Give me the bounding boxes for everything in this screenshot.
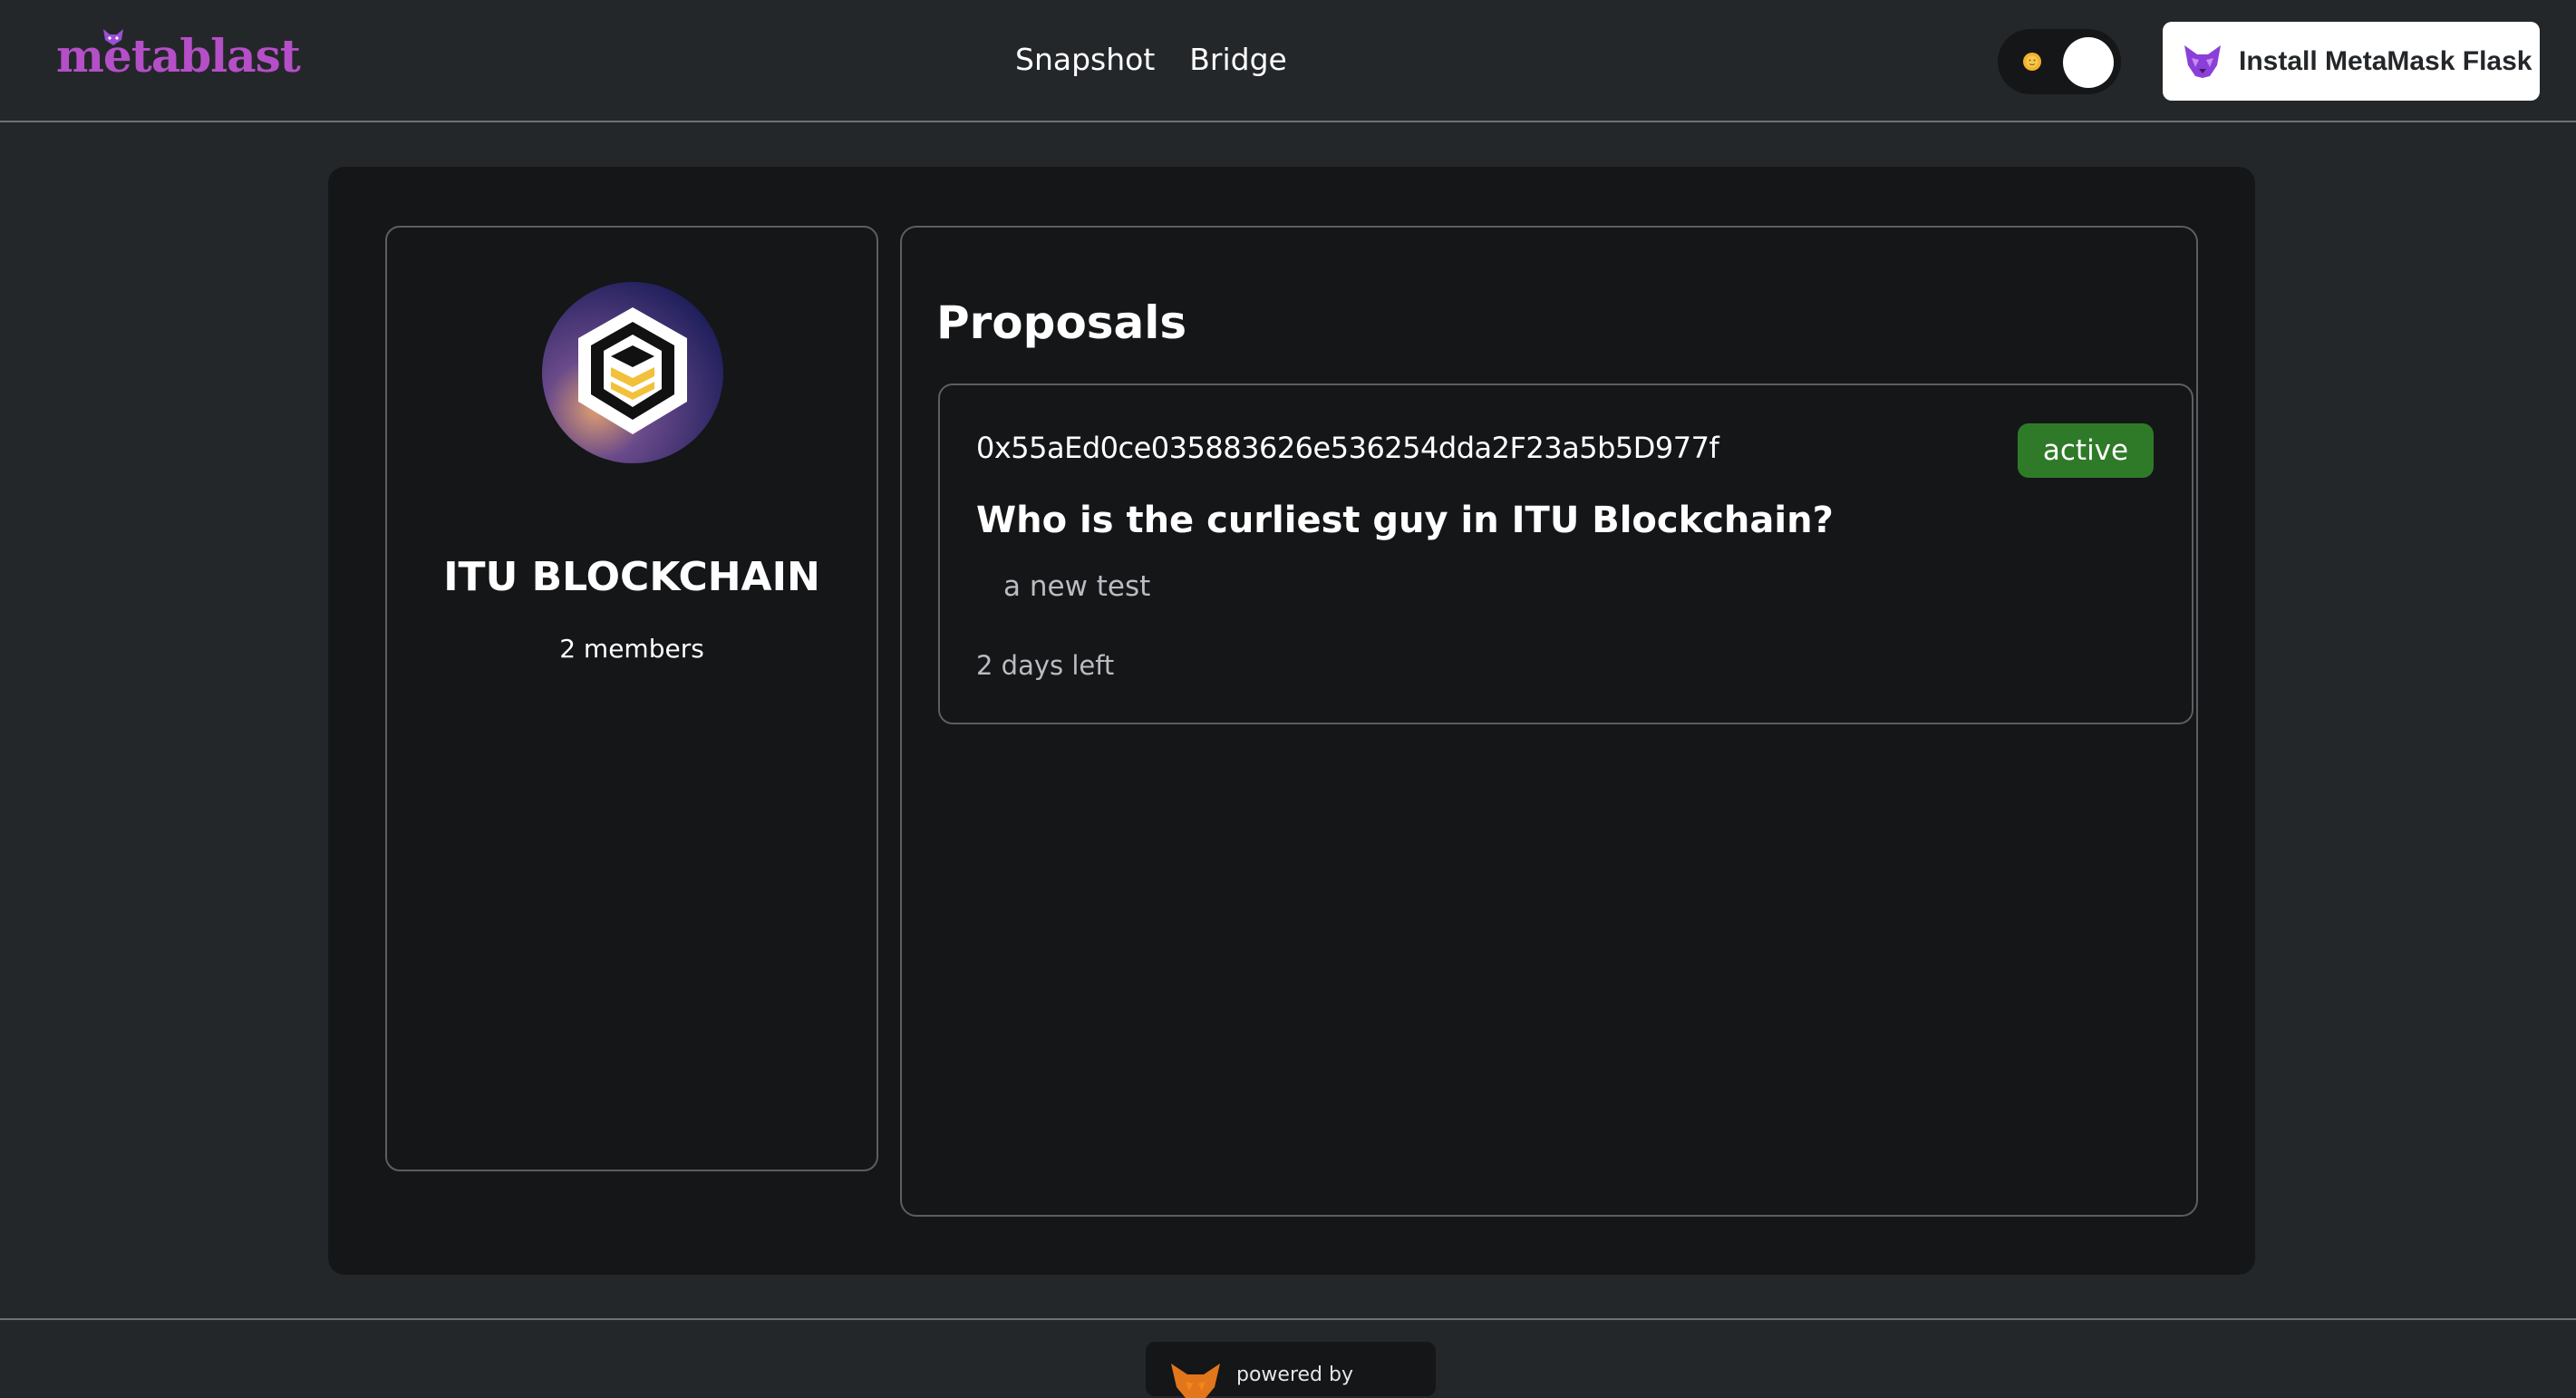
metablast-logo[interactable]: metablast: [56, 27, 301, 91]
itu-blockchain-logo: [542, 282, 723, 463]
main-nav: Snapshot Bridge: [1015, 40, 1287, 80]
dao-members-count: 2 members: [559, 634, 704, 664]
logo-text: metablast: [56, 29, 301, 83]
toggle-knob: [2063, 37, 2114, 88]
theme-toggle[interactable]: [1998, 29, 2121, 94]
status-badge: active: [2018, 423, 2154, 478]
dao-card: ITU BLOCKCHAIN 2 members: [385, 226, 878, 1171]
sun-icon: [2023, 53, 2041, 71]
nav-bridge[interactable]: Bridge: [1189, 40, 1287, 80]
proposal-item[interactable]: 0x55aEd0ce035883626e536254dda2F23a5b5D97…: [938, 383, 2193, 724]
proposals-card: Proposals 0x55aEd0ce035883626e536254dda2…: [900, 226, 2198, 1217]
proposal-body: a new test: [1003, 570, 1151, 603]
nav-snapshot[interactable]: Snapshot: [1015, 40, 1155, 80]
metamask-fox-icon: [2184, 44, 2221, 78]
metamask-fox-icon: [1171, 1364, 1220, 1398]
proposal-author-address: 0x55aEd0ce035883626e536254dda2F23a5b5D97…: [976, 431, 1719, 465]
install-button-label: Install MetaMask Flask: [2239, 45, 2532, 76]
proposals-title: Proposals: [936, 296, 1187, 349]
install-metamask-flask-button[interactable]: Install MetaMask Flask: [2163, 22, 2540, 101]
main-panel: ITU BLOCKCHAIN 2 members Proposals 0x55a…: [328, 167, 2255, 1275]
powered-by-badge[interactable]: powered by: [1146, 1342, 1436, 1398]
powered-by-label: powered by: [1236, 1364, 1353, 1386]
proposal-title: Who is the curliest guy in ITU Blockchai…: [976, 500, 1834, 541]
top-header: metablast Snapshot Bridge Install MetaMa…: [0, 0, 2576, 122]
dao-name: ITU BLOCKCHAIN: [443, 554, 820, 600]
proposal-time-left: 2 days left: [976, 650, 1115, 681]
footer-divider: [0, 1318, 2576, 1320]
